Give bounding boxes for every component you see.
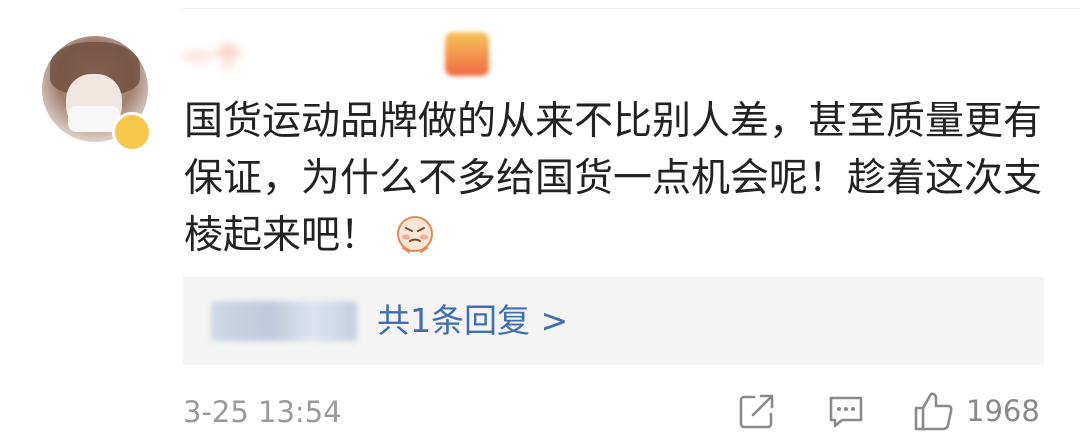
share-button[interactable] (737, 388, 777, 434)
top-divider (183, 8, 1080, 9)
comment-text: 国货运动品牌做的从来不比别人差，甚至质量更有保证，为什么不多给国货一点机会呢！趁… (184, 93, 1054, 264)
thumbs-up-icon (914, 392, 953, 431)
comment-button[interactable] (826, 388, 866, 434)
comment-body: 国货运动品牌做的从来不比别人差，甚至质量更有保证，为什么不多给国货一点机会呢！趁… (184, 99, 1043, 258)
like-button[interactable]: 1968 (912, 388, 1040, 434)
share-icon (739, 394, 774, 429)
reply-preview[interactable]: 共1条回复 > (183, 277, 1044, 365)
view-replies-link[interactable]: 共1条回复 > (377, 297, 568, 345)
verified-badge-icon (112, 112, 152, 152)
timestamp: 3-25 13:54 (183, 395, 342, 429)
like-count: 1968 (966, 394, 1040, 428)
angry-face-emoji (397, 215, 434, 253)
reply-username-blurred (211, 301, 357, 341)
username[interactable]: 一个 (184, 36, 484, 76)
vip-badge-icon (445, 32, 489, 76)
comment-icon (829, 396, 863, 428)
